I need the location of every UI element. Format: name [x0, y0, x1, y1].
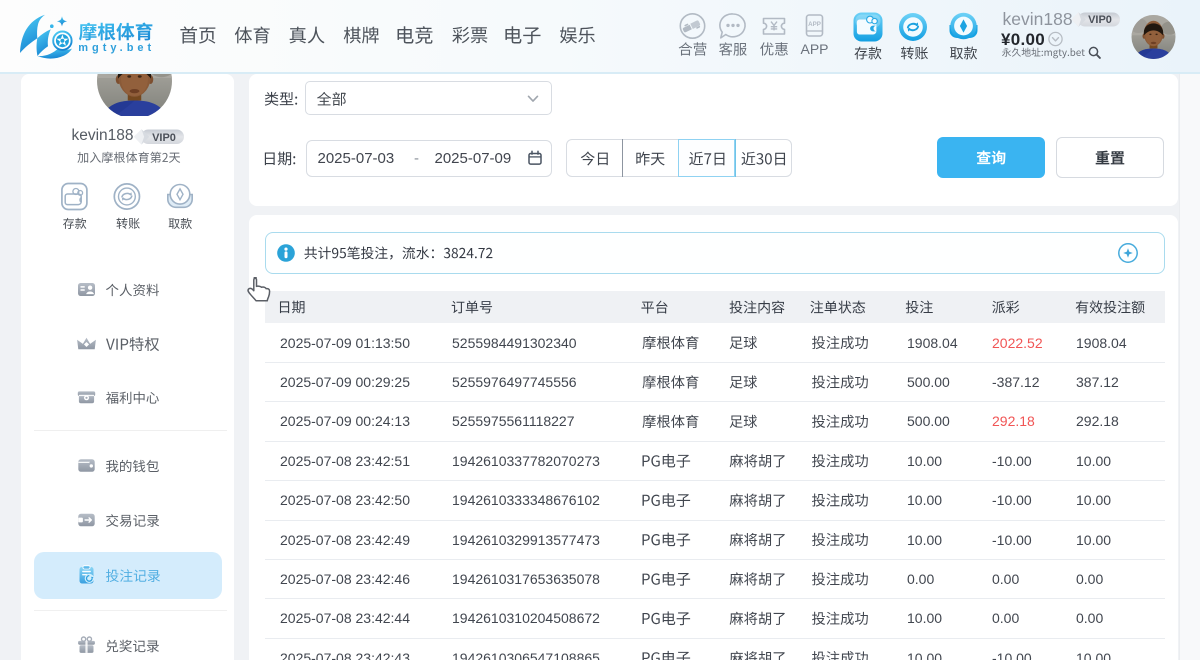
svg-text:VIP0: VIP0 [1088, 14, 1112, 26]
svg-text:VIP0: VIP0 [152, 132, 176, 144]
